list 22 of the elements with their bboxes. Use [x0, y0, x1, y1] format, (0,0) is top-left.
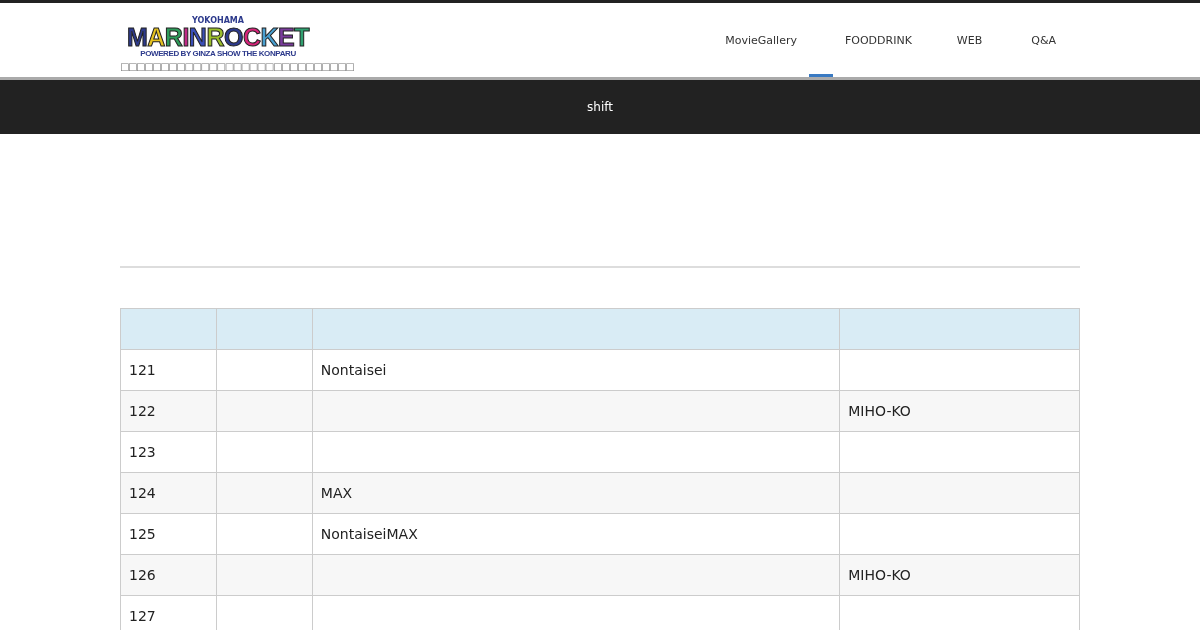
logo[interactable]: YOKOHAMA MARINROCKET POWERED BY GINZA SHOW THE KONPARU	[120, 17, 316, 58]
logo-wordmark: MARINROCKET	[126, 25, 310, 50]
table-cell-text: Nontaisei	[320, 362, 387, 378]
table-cell-text: 123	[129, 444, 156, 460]
table-cell-text: 125	[129, 526, 156, 542]
nav-link[interactable]: Q&A	[1019, 3, 1068, 77]
table-cell-text: 127	[129, 608, 156, 624]
table-cell-text: MAX	[320, 485, 353, 501]
table-cell-text: MIHO-KO	[848, 567, 911, 583]
page-title: shift	[587, 100, 613, 114]
table-cell-text: 122	[129, 403, 156, 419]
logo-tagline: POWERED BY GINZA SHOW THE KONPARU	[140, 50, 296, 58]
nav-link[interactable]: MovieGallery	[713, 3, 809, 77]
table-cell-text: MIHO-KO	[848, 403, 911, 419]
nav-link[interactable]: FOODDRINK	[832, 3, 924, 77]
logo-subtitle: YOKOHAMA	[192, 17, 244, 25]
table-cell-text: 124	[129, 485, 156, 501]
table-cell-text: NontaiseiMAX	[320, 526, 418, 542]
table-cell-text: 121	[129, 362, 156, 378]
nav-link[interactable]: WEB	[944, 3, 995, 77]
site-tagline: □□□□□□□□□□□□□□□□□□□□□□□□□□□□□	[120, 61, 354, 72]
table-cell-text: 126	[129, 567, 156, 583]
